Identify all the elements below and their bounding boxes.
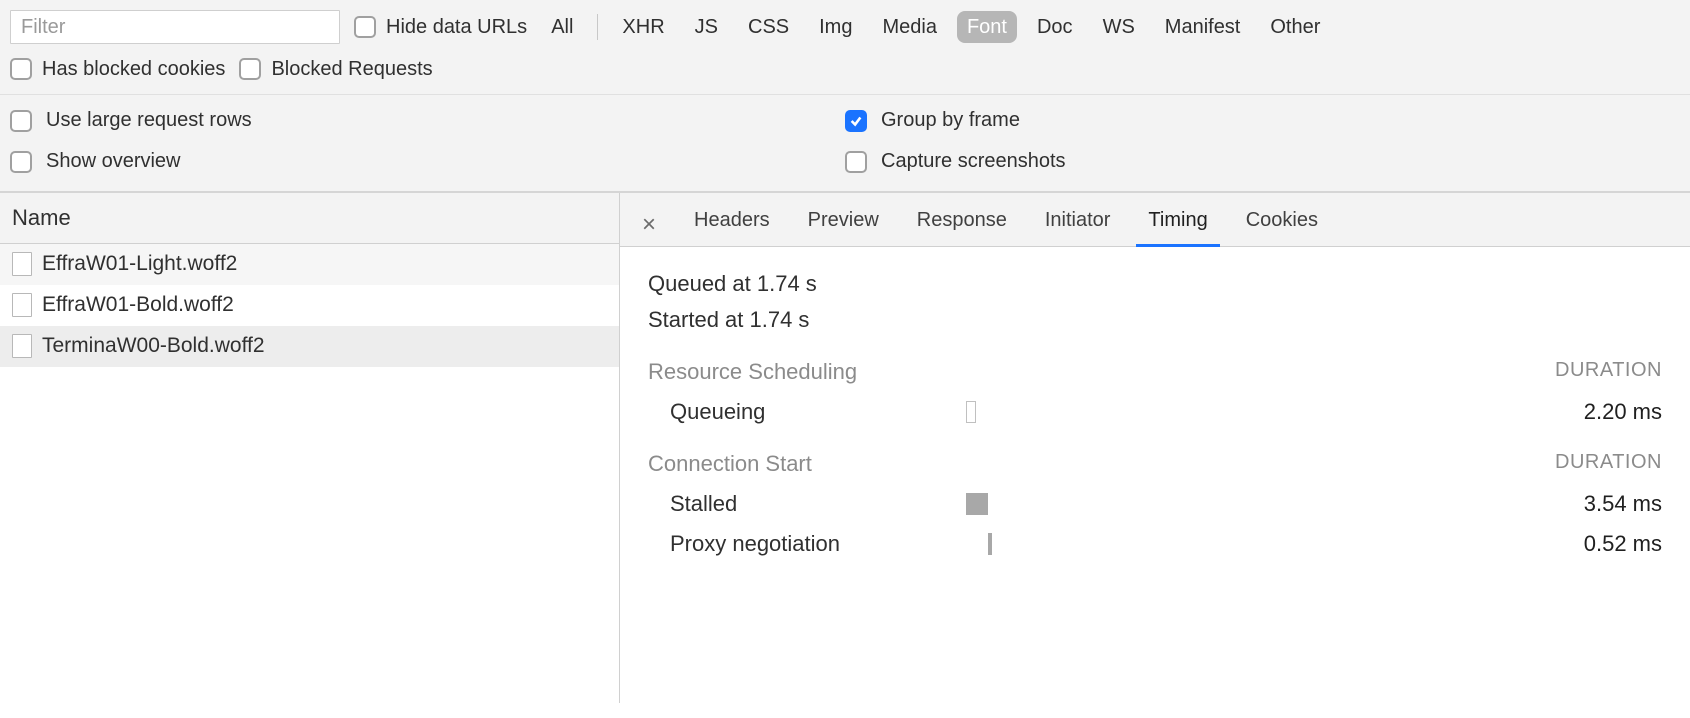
checkbox-icon: [239, 58, 261, 80]
timing-row-label: Stalled: [648, 491, 958, 517]
type-filter-separator: [597, 14, 598, 40]
request-row[interactable]: EffraW01-Bold.woff2: [0, 285, 619, 326]
checkbox-icon: [10, 58, 32, 80]
timing-section-title: Connection Start: [648, 451, 812, 477]
request-list[interactable]: EffraW01-Light.woff2 EffraW01-Bold.woff2 T…: [0, 244, 619, 703]
started-at-text: Started at 1.74 s: [648, 307, 1662, 333]
group-by-frame-label: Group by frame: [881, 109, 1020, 132]
filter-input[interactable]: [10, 10, 340, 44]
duration-header: DURATION: [1555, 451, 1662, 477]
queued-at-text: Queued at 1.74 s: [648, 271, 1662, 297]
type-filter-all[interactable]: All: [541, 11, 583, 43]
tab-headers[interactable]: Headers: [690, 203, 774, 246]
type-filter-doc[interactable]: Doc: [1027, 11, 1083, 43]
tab-preview[interactable]: Preview: [804, 203, 883, 246]
type-filter-media[interactable]: Media: [872, 11, 946, 43]
type-filter-ws[interactable]: WS: [1093, 11, 1145, 43]
file-icon: [12, 334, 32, 358]
timing-bar: [988, 533, 992, 555]
checkbox-icon: [10, 110, 32, 132]
timing-bar-cell: [966, 401, 1026, 423]
group-by-frame-checkbox[interactable]: Group by frame: [845, 109, 1680, 132]
timing-row-value: 3.54 ms: [1034, 491, 1662, 517]
timing-bar-cell: [966, 533, 1026, 555]
timing-bar: [966, 493, 988, 515]
type-filter-manifest[interactable]: Manifest: [1155, 11, 1251, 43]
timing-panel: Queued at 1.74 s Started at 1.74 s Resou…: [620, 247, 1690, 703]
close-icon[interactable]: ×: [638, 211, 660, 239]
timing-row: Queueing 2.20 ms: [648, 399, 1662, 425]
checkbox-icon: [845, 110, 867, 132]
type-filter-img[interactable]: Img: [809, 11, 862, 43]
timing-section-header: Connection Start DURATION: [648, 451, 1662, 477]
request-name: TerminaW00-Bold.woff2: [42, 334, 265, 358]
timing-section-title: Resource Scheduling: [648, 359, 857, 385]
timing-row: Proxy negotiation 0.52 ms: [648, 531, 1662, 557]
show-overview-label: Show overview: [46, 150, 181, 173]
hide-data-urls-label: Hide data URLs: [386, 16, 527, 39]
type-filter-js[interactable]: JS: [685, 11, 728, 43]
timing-bar-cell: [966, 493, 1026, 515]
tab-initiator[interactable]: Initiator: [1041, 203, 1115, 246]
show-overview-checkbox[interactable]: Show overview: [10, 150, 845, 173]
file-icon: [12, 293, 32, 317]
capture-screenshots-checkbox[interactable]: Capture screenshots: [845, 150, 1680, 173]
type-filter-font[interactable]: Font: [957, 11, 1017, 43]
checkbox-icon: [10, 151, 32, 173]
type-filter-xhr[interactable]: XHR: [612, 11, 674, 43]
timing-row: Stalled 3.54 ms: [648, 491, 1662, 517]
blocked-requests-label: Blocked Requests: [271, 58, 432, 81]
type-filter-bar: All XHR JS CSS Img Media Font Doc WS Manifest Oth…: [541, 11, 1330, 43]
checkbox-icon: [354, 16, 376, 38]
has-blocked-cookies-label: Has blocked cookies: [42, 58, 225, 81]
request-row[interactable]: EffraW01-Light.woff2: [0, 244, 619, 285]
timing-row-value: 0.52 ms: [1034, 531, 1662, 557]
type-filter-css[interactable]: CSS: [738, 11, 799, 43]
use-large-rows-checkbox[interactable]: Use large request rows: [10, 109, 845, 132]
has-blocked-cookies-checkbox[interactable]: Has blocked cookies: [10, 58, 225, 81]
duration-header: DURATION: [1555, 359, 1662, 385]
capture-screenshots-label: Capture screenshots: [881, 150, 1066, 173]
request-name: EffraW01-Light.woff2: [42, 252, 237, 276]
tab-response[interactable]: Response: [913, 203, 1011, 246]
hide-data-urls-checkbox[interactable]: Hide data URLs: [354, 16, 527, 39]
tab-cookies[interactable]: Cookies: [1242, 203, 1322, 246]
name-column-header[interactable]: Name: [0, 193, 619, 244]
timing-row-label: Queueing: [648, 399, 958, 425]
request-row[interactable]: TerminaW00-Bold.woff2: [0, 326, 619, 367]
use-large-rows-label: Use large request rows: [46, 109, 252, 132]
checkbox-icon: [845, 151, 867, 173]
timing-bar: [966, 401, 976, 423]
blocked-requests-checkbox[interactable]: Blocked Requests: [239, 58, 432, 81]
timing-row-value: 2.20 ms: [1034, 399, 1662, 425]
file-icon: [12, 252, 32, 276]
request-name: EffraW01-Bold.woff2: [42, 293, 234, 317]
timing-section-header: Resource Scheduling DURATION: [648, 359, 1662, 385]
timing-row-label: Proxy negotiation: [648, 531, 958, 557]
type-filter-other[interactable]: Other: [1260, 11, 1330, 43]
tab-timing[interactable]: Timing: [1144, 203, 1211, 246]
